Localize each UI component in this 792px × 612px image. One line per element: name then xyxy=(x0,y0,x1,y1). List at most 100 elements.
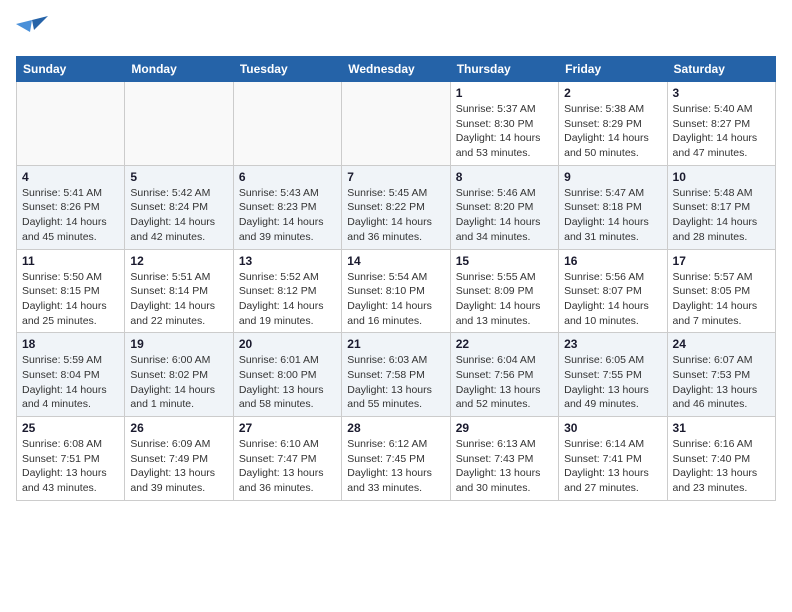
day-detail: Sunrise: 5:48 AMSunset: 8:17 PMDaylight:… xyxy=(673,186,770,245)
calendar-cell: 13 Sunrise: 5:52 AMSunset: 8:12 PMDayligh… xyxy=(233,249,341,333)
calendar-cell: 28 Sunrise: 6:12 AMSunset: 7:45 PMDayligh… xyxy=(342,417,450,501)
calendar-cell: 19Sunrise: 6:00 AMSunset: 8:02 PMDayligh… xyxy=(125,333,233,417)
day-number: 4 xyxy=(22,170,119,184)
calendar-cell: 3 Sunrise: 5:40 AMSunset: 8:27 PMDaylight… xyxy=(667,82,775,166)
day-number: 7 xyxy=(347,170,444,184)
day-detail: Sunrise: 6:00 AMSunset: 8:02 PMDaylight:… xyxy=(130,353,227,412)
day-detail: Sunrise: 5:56 AMSunset: 8:07 PMDaylight:… xyxy=(564,270,661,329)
day-number: 8 xyxy=(456,170,553,184)
day-detail: Sunrise: 6:08 AMSunset: 7:51 PMDaylight:… xyxy=(22,437,119,496)
calendar-cell: 26 Sunrise: 6:09 AMSunset: 7:49 PMDayligh… xyxy=(125,417,233,501)
day-number: 22 xyxy=(456,337,553,351)
day-detail: Sunrise: 5:54 AMSunset: 8:10 PMDaylight:… xyxy=(347,270,444,329)
calendar-cell: 14 Sunrise: 5:54 AMSunset: 8:10 PMDayligh… xyxy=(342,249,450,333)
day-number: 2 xyxy=(564,86,661,100)
calendar-cell xyxy=(233,82,341,166)
calendar-week-row: 1 Sunrise: 5:37 AMSunset: 8:30 PMDaylight… xyxy=(17,82,776,166)
day-detail: Sunrise: 6:07 AMSunset: 7:53 PMDaylight:… xyxy=(673,353,770,412)
day-detail: Sunrise: 5:45 AMSunset: 8:22 PMDaylight:… xyxy=(347,186,444,245)
day-detail: Sunrise: 6:13 AMSunset: 7:43 PMDaylight:… xyxy=(456,437,553,496)
weekday-header-sunday: Sunday xyxy=(17,57,125,82)
calendar-cell: 20 Sunrise: 6:01 AMSunset: 8:00 PMDayligh… xyxy=(233,333,341,417)
calendar-cell: 30 Sunrise: 6:14 AMSunset: 7:41 PMDayligh… xyxy=(559,417,667,501)
day-number: 31 xyxy=(673,421,770,435)
day-detail: Sunrise: 6:16 AMSunset: 7:40 PMDaylight:… xyxy=(673,437,770,496)
day-number: 12 xyxy=(130,254,227,268)
day-number: 5 xyxy=(130,170,227,184)
day-detail: Sunrise: 6:04 AMSunset: 7:56 PMDaylight:… xyxy=(456,353,553,412)
calendar-cell: 1 Sunrise: 5:37 AMSunset: 8:30 PMDaylight… xyxy=(450,82,558,166)
day-number: 14 xyxy=(347,254,444,268)
day-number: 18 xyxy=(22,337,119,351)
calendar-week-row: 25 Sunrise: 6:08 AMSunset: 7:51 PMDayligh… xyxy=(17,417,776,501)
calendar-cell: 2 Sunrise: 5:38 AMSunset: 8:29 PMDaylight… xyxy=(559,82,667,166)
weekday-header-thursday: Thursday xyxy=(450,57,558,82)
day-detail: Sunrise: 5:55 AMSunset: 8:09 PMDaylight:… xyxy=(456,270,553,329)
day-detail: Sunrise: 5:37 AMSunset: 8:30 PMDaylight:… xyxy=(456,102,553,161)
calendar-cell: 27 Sunrise: 6:10 AMSunset: 7:47 PMDayligh… xyxy=(233,417,341,501)
calendar-cell: 29Sunrise: 6:13 AMSunset: 7:43 PMDayligh… xyxy=(450,417,558,501)
weekday-header-tuesday: Tuesday xyxy=(233,57,341,82)
day-detail: Sunrise: 6:12 AMSunset: 7:45 PMDaylight:… xyxy=(347,437,444,496)
day-detail: Sunrise: 5:50 AMSunset: 8:15 PMDaylight:… xyxy=(22,270,119,329)
day-detail: Sunrise: 5:52 AMSunset: 8:12 PMDaylight:… xyxy=(239,270,336,329)
weekday-header-saturday: Saturday xyxy=(667,57,775,82)
day-number: 15 xyxy=(456,254,553,268)
day-detail: Sunrise: 5:41 AMSunset: 8:26 PMDaylight:… xyxy=(22,186,119,245)
day-number: 3 xyxy=(673,86,770,100)
day-detail: Sunrise: 5:51 AMSunset: 8:14 PMDaylight:… xyxy=(130,270,227,329)
day-detail: Sunrise: 5:42 AMSunset: 8:24 PMDaylight:… xyxy=(130,186,227,245)
day-number: 25 xyxy=(22,421,119,435)
calendar-cell: 12 Sunrise: 5:51 AMSunset: 8:14 PMDayligh… xyxy=(125,249,233,333)
calendar-cell: 25 Sunrise: 6:08 AMSunset: 7:51 PMDayligh… xyxy=(17,417,125,501)
day-number: 17 xyxy=(673,254,770,268)
day-number: 11 xyxy=(22,254,119,268)
day-detail: Sunrise: 6:01 AMSunset: 8:00 PMDaylight:… xyxy=(239,353,336,412)
day-number: 27 xyxy=(239,421,336,435)
calendar-week-row: 18 Sunrise: 5:59 AMSunset: 8:04 PMDayligh… xyxy=(17,333,776,417)
day-number: 1 xyxy=(456,86,553,100)
day-detail: Sunrise: 6:03 AMSunset: 7:58 PMDaylight:… xyxy=(347,353,444,412)
day-number: 16 xyxy=(564,254,661,268)
day-detail: Sunrise: 6:14 AMSunset: 7:41 PMDaylight:… xyxy=(564,437,661,496)
calendar-cell: 8 Sunrise: 5:46 AMSunset: 8:20 PMDaylight… xyxy=(450,165,558,249)
day-number: 24 xyxy=(673,337,770,351)
day-detail: Sunrise: 5:46 AMSunset: 8:20 PMDaylight:… xyxy=(456,186,553,245)
calendar-cell: 18 Sunrise: 5:59 AMSunset: 8:04 PMDayligh… xyxy=(17,333,125,417)
day-number: 6 xyxy=(239,170,336,184)
calendar-cell: 15 Sunrise: 5:55 AMSunset: 8:09 PMDayligh… xyxy=(450,249,558,333)
header xyxy=(16,16,776,44)
calendar-week-row: 11 Sunrise: 5:50 AMSunset: 8:15 PMDayligh… xyxy=(17,249,776,333)
day-detail: Sunrise: 6:09 AMSunset: 7:49 PMDaylight:… xyxy=(130,437,227,496)
calendar-cell: 10 Sunrise: 5:48 AMSunset: 8:17 PMDayligh… xyxy=(667,165,775,249)
calendar-cell: 16 Sunrise: 5:56 AMSunset: 8:07 PMDayligh… xyxy=(559,249,667,333)
calendar-cell xyxy=(342,82,450,166)
day-number: 21 xyxy=(347,337,444,351)
weekday-header-wednesday: Wednesday xyxy=(342,57,450,82)
calendar-header-row: SundayMondayTuesdayWednesdayThursdayFrid… xyxy=(17,57,776,82)
day-number: 23 xyxy=(564,337,661,351)
day-number: 10 xyxy=(673,170,770,184)
calendar-cell: 17Sunrise: 5:57 AMSunset: 8:05 PMDayligh… xyxy=(667,249,775,333)
calendar-cell: 7 Sunrise: 5:45 AMSunset: 8:22 PMDaylight… xyxy=(342,165,450,249)
calendar-cell: 9Sunrise: 5:47 AMSunset: 8:18 PMDaylight… xyxy=(559,165,667,249)
day-detail: Sunrise: 5:47 AMSunset: 8:18 PMDaylight:… xyxy=(564,186,661,245)
weekday-header-friday: Friday xyxy=(559,57,667,82)
weekday-header-monday: Monday xyxy=(125,57,233,82)
calendar-cell: 11 Sunrise: 5:50 AMSunset: 8:15 PMDayligh… xyxy=(17,249,125,333)
day-number: 30 xyxy=(564,421,661,435)
day-detail: Sunrise: 5:59 AMSunset: 8:04 PMDaylight:… xyxy=(22,353,119,412)
day-detail: Sunrise: 5:43 AMSunset: 8:23 PMDaylight:… xyxy=(239,186,336,245)
day-number: 13 xyxy=(239,254,336,268)
day-detail: Sunrise: 5:40 AMSunset: 8:27 PMDaylight:… xyxy=(673,102,770,161)
day-number: 20 xyxy=(239,337,336,351)
day-number: 26 xyxy=(130,421,227,435)
day-detail: Sunrise: 6:10 AMSunset: 7:47 PMDaylight:… xyxy=(239,437,336,496)
calendar-cell: 5 Sunrise: 5:42 AMSunset: 8:24 PMDaylight… xyxy=(125,165,233,249)
calendar-table: SundayMondayTuesdayWednesdayThursdayFrid… xyxy=(16,56,776,501)
day-number: 28 xyxy=(347,421,444,435)
day-detail: Sunrise: 5:38 AMSunset: 8:29 PMDaylight:… xyxy=(564,102,661,161)
calendar-cell: 23Sunrise: 6:05 AMSunset: 7:55 PMDayligh… xyxy=(559,333,667,417)
calendar-cell: 31 Sunrise: 6:16 AMSunset: 7:40 PMDayligh… xyxy=(667,417,775,501)
calendar-cell: 24 Sunrise: 6:07 AMSunset: 7:53 PMDayligh… xyxy=(667,333,775,417)
